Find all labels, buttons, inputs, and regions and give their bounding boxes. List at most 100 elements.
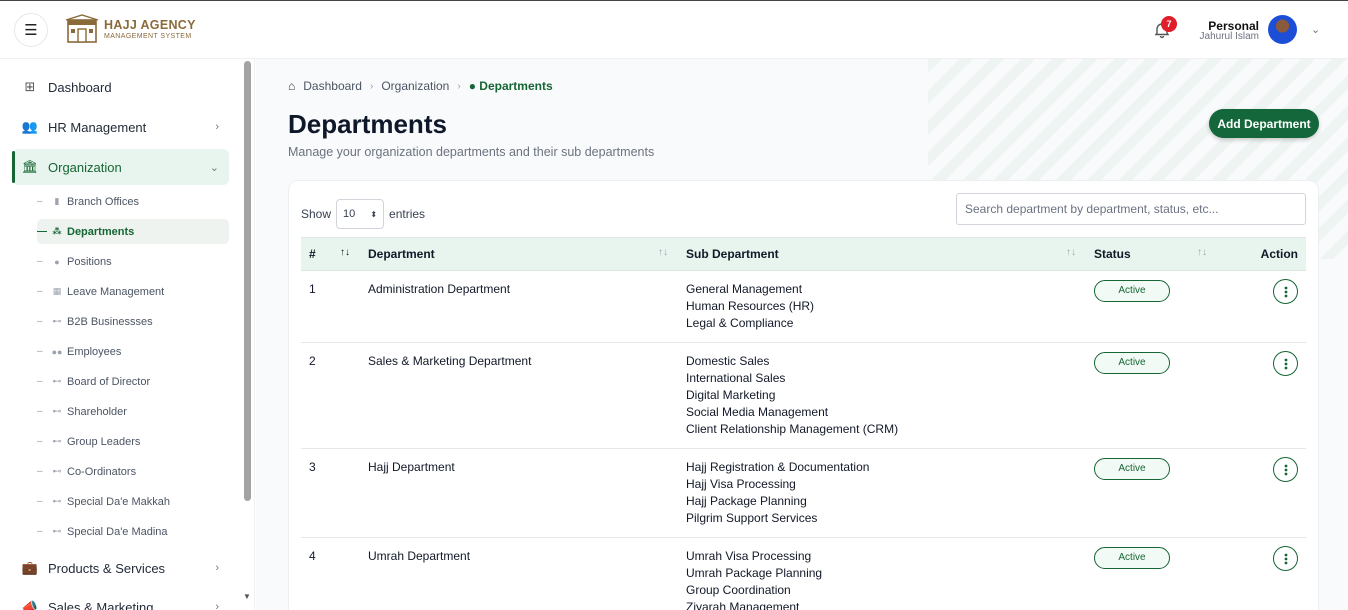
- table-row: 2 Sales & Marketing Department Domestic Sa…: [301, 342, 1306, 449]
- sidebar-subitem-special-dae-makkah[interactable]: – ⊷ Special Da'e Makkah: [37, 489, 229, 514]
- sort-icon[interactable]: ↑↓: [658, 247, 668, 258]
- sidebar-subitem-group-leaders[interactable]: – ⊷ Group Leaders: [37, 429, 229, 454]
- sub-department-name: Digital Marketing: [686, 388, 776, 402]
- sidebar-item-hr-management[interactable]: 👥 HR Management ›: [12, 109, 229, 145]
- department-name: Umrah Department: [368, 549, 471, 563]
- grid-icon: ⊞: [24, 79, 36, 94]
- chevron-right-icon: ›: [369, 80, 374, 92]
- sidebar: ⊞ Dashboard 👥 HR Management › 🏛 Organiza…: [0, 59, 255, 610]
- sidebar-item-dashboard[interactable]: ⊞ Dashboard: [12, 69, 229, 105]
- row-action-button[interactable]: [1273, 546, 1298, 571]
- column-header-status[interactable]: Status ↑↓: [1086, 237, 1217, 271]
- sidebar-item-label: HR Management: [48, 119, 147, 135]
- sidebar-subitem-b2b-businesses[interactable]: – ⊷ B2B Businessses: [37, 309, 229, 334]
- row-number: 1: [309, 282, 316, 296]
- sidebar-item-organization[interactable]: 🏛 Organization ⌄: [12, 149, 229, 185]
- cell-sub-departments: General Management Human Resources (HR) Le…: [678, 270, 1086, 343]
- select-arrows-icon: ⬍: [370, 209, 378, 219]
- handshake-icon: ⊷: [52, 466, 62, 476]
- sidebar-item-sales-marketing[interactable]: 📣 Sales & Marketing ›: [12, 589, 229, 610]
- sub-department-name: Human Resources (HR): [686, 299, 815, 313]
- sidebar-subitem-co-ordinators[interactable]: – ⊷ Co-Ordinators: [37, 459, 229, 484]
- sidebar-subitem-branch-offices[interactable]: – ▮ Branch Offices: [37, 189, 229, 214]
- sub-department-name: Group Coordination: [686, 583, 791, 597]
- row-number: 2: [309, 354, 316, 368]
- entries-label: entries: [389, 207, 426, 221]
- sort-icon[interactable]: ↑↓: [1197, 247, 1207, 258]
- column-label: Action: [1260, 247, 1298, 261]
- app-logo[interactable]: HAJJ AGENCY MANAGEMENT SYSTEM: [64, 14, 196, 46]
- breadcrumb-organization[interactable]: Organization: [381, 79, 449, 93]
- column-header-sub-department[interactable]: Sub Department ↑↓: [678, 237, 1086, 271]
- sidebar-item-products-services[interactable]: 💼 Products & Services ›: [12, 550, 229, 586]
- row-action-button[interactable]: [1273, 351, 1298, 376]
- cell-status: Active: [1086, 537, 1217, 610]
- row-action-button[interactable]: [1273, 279, 1298, 304]
- sidebar-subitem-label: Group Leaders: [67, 435, 141, 448]
- sidebar-subitem-label: B2B Businessses: [67, 315, 153, 328]
- sub-department-name: Pilgrim Support Services: [686, 511, 818, 525]
- notification-badge: 7: [1161, 16, 1177, 32]
- chevron-down-icon[interactable]: ⌄: [1311, 23, 1320, 36]
- sub-department-name: International Sales: [686, 371, 786, 385]
- cell-sub-departments: Umrah Visa Processing Umrah Package Plann…: [678, 537, 1086, 610]
- status-badge[interactable]: Active: [1094, 458, 1170, 480]
- handshake-icon: ⊷: [52, 436, 62, 446]
- sidebar-subitem-positions[interactable]: – ● Positions: [37, 249, 229, 274]
- avatar[interactable]: [1268, 15, 1297, 44]
- hamburger-menu-button[interactable]: ☰: [14, 13, 48, 47]
- sidebar-subitem-leave-management[interactable]: – ▦ Leave Management: [37, 279, 229, 304]
- row-action-button[interactable]: [1273, 457, 1298, 482]
- show-label: Show: [301, 207, 332, 221]
- sub-department-name: Hajj Package Planning: [686, 494, 807, 508]
- breadcrumb-dashboard[interactable]: Dashboard: [303, 79, 362, 93]
- column-label: Department: [368, 247, 435, 261]
- search-input[interactable]: [956, 193, 1306, 225]
- bank-icon: 🏛: [21, 159, 39, 174]
- department-name: Administration Department: [368, 282, 511, 296]
- sub-department-name: Social Media Management: [686, 405, 829, 419]
- departments-table-card: Show 10 ⬍ entries # ↑↓ Department ↑↓ Sub D…: [288, 180, 1319, 610]
- menu-icon: ☰: [24, 22, 38, 39]
- sort-asc-icon[interactable]: ↑↓: [340, 247, 350, 258]
- entries-select[interactable]: 10 ⬍: [336, 199, 385, 229]
- cell-action: [1217, 537, 1306, 610]
- more-vertical-icon: [1284, 553, 1287, 564]
- sidebar-subitem-board-of-director[interactable]: – ⊷ Board of Director: [37, 369, 229, 394]
- sidebar-scrollbar-thumb[interactable]: [244, 61, 251, 501]
- building-icon: ▮: [54, 196, 60, 206]
- column-header-number[interactable]: # ↑↓: [301, 237, 360, 271]
- sidebar-subitem-shareholder[interactable]: – ⊷ Shareholder: [37, 399, 229, 424]
- entries-control: Show 10 ⬍ entries: [301, 199, 425, 229]
- users-icon: ●●: [51, 346, 63, 357]
- scroll-down-arrow-icon[interactable]: ▼: [243, 592, 251, 601]
- cell-sub-departments: Hajj Registration & Documentation Hajj Vi…: [678, 448, 1086, 538]
- cell-number: 3: [301, 448, 360, 538]
- status-badge[interactable]: Active: [1094, 352, 1170, 374]
- sub-department-name: Umrah Package Planning: [686, 566, 823, 580]
- sub-department-name: General Management: [686, 282, 803, 296]
- column-header-department[interactable]: Department ↑↓: [360, 237, 678, 271]
- sidebar-subitem-special-dae-madina[interactable]: – ⊷ Special Da'e Madina: [37, 519, 229, 544]
- more-vertical-icon: [1284, 464, 1287, 475]
- table-row: 1 Administration Department General Manage…: [301, 270, 1306, 343]
- sidebar-subitem-label: Positions: [67, 255, 112, 268]
- briefcase-icon: 💼: [21, 560, 39, 575]
- departments-table: # ↑↓ Department ↑↓ Sub Department ↑↓ Status…: [301, 237, 1306, 610]
- sidebar-subitem-departments[interactable]: — ⁂ Departments: [37, 219, 229, 244]
- chevron-down-icon: ⌄: [209, 161, 219, 174]
- user-subtitle: Jahurul Islam: [1199, 31, 1259, 42]
- main-content: ⌂ Dashboard › Organization › ● Departmen…: [256, 59, 1348, 610]
- cell-department: Sales & Marketing Department: [360, 342, 678, 449]
- sidebar-subitem-label: Board of Director: [67, 375, 151, 388]
- breadcrumb-current: ● Departments: [468, 79, 553, 93]
- more-vertical-icon: [1284, 286, 1287, 297]
- add-department-button[interactable]: Add Department: [1209, 109, 1319, 138]
- status-badge[interactable]: Active: [1094, 280, 1170, 302]
- sub-department-name: Client Relationship Management (CRM): [686, 422, 899, 436]
- status-badge[interactable]: Active: [1094, 547, 1170, 569]
- cell-number: 2: [301, 342, 360, 449]
- sort-icon[interactable]: ↑↓: [1066, 247, 1076, 258]
- sub-department-name: Legal & Compliance: [686, 316, 794, 330]
- sidebar-subitem-employees[interactable]: – ●● Employees: [37, 339, 229, 364]
